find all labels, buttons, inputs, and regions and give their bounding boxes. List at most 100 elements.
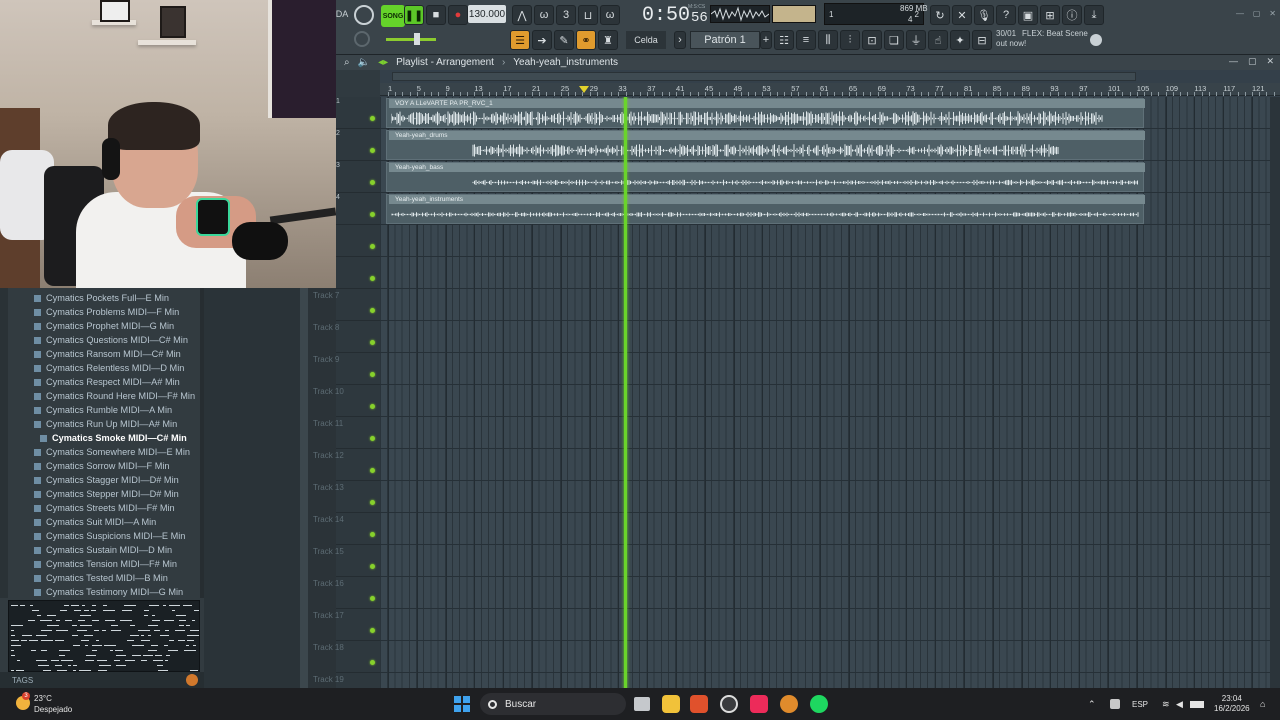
browser-item[interactable]: Cymatics Suit MIDI—A Min [0,515,204,529]
close-icon[interactable]: ✕ [1266,56,1274,67]
browser-item[interactable]: Cymatics Round Here MIDI—F# Min [0,389,204,403]
window-controls[interactable]: — ▢ ✕ [1236,8,1276,18]
file-explorer-icon[interactable] [662,695,680,713]
playlist-tools[interactable] [336,70,380,100]
panic-icon[interactable]: ✕ [952,5,972,25]
track-mute-led-icon[interactable] [370,564,375,569]
track-mute-led-icon[interactable] [370,276,375,281]
track-header[interactable] [336,321,380,353]
arrangement-grid[interactable]: VOY A LLeVARTE PA PR_RVC_1 Yeah-yeah_drum… [380,97,1280,688]
track-header[interactable]: 1 [336,97,380,129]
taskbar-search[interactable]: Buscar [480,693,626,715]
fl-studio-icon[interactable] [780,695,798,713]
link-tool-icon[interactable]: ⚭ [576,30,596,50]
master-volume-slider[interactable] [386,38,436,41]
playlist-breadcrumb[interactable]: Yeah-yeah_instruments [513,57,618,68]
nav-arrows-icon[interactable]: ◂▸ [378,57,388,68]
minimize-icon[interactable]: — [1229,56,1238,67]
playlist-overview-scroll[interactable] [392,72,1136,81]
weather-widget[interactable]: 3 23°C Despejado [14,692,94,716]
playhead-marker[interactable] [579,86,589,93]
tray-app-icon[interactable] [1110,699,1120,709]
track-header[interactable] [336,257,380,289]
blend-notes-icon[interactable]: ⊔ [578,5,598,25]
metronome-icon[interactable]: ⋀ [512,5,532,25]
metronome-tool-icon[interactable]: ♜ [598,30,618,50]
track-mute-led-icon[interactable] [370,500,375,505]
browser-item[interactable]: Cymatics Stagger MIDI—D# Min [0,473,204,487]
cart-icon[interactable]: ⊟ [972,30,992,50]
spotify-icon[interactable] [810,695,828,713]
browser-item[interactable]: Cymatics Suspicions MIDI—E Min [0,529,204,543]
track-mute-led-icon[interactable] [370,436,375,441]
stop-button[interactable]: ■ [426,5,446,25]
track-mute-led-icon[interactable] [370,404,375,409]
notification-bell-icon[interactable]: ⌂ [1260,699,1270,709]
draw-tool-icon[interactable]: ✎ [554,30,574,50]
track-header[interactable] [336,353,380,385]
browser-item[interactable]: Cymatics Questions MIDI—C# Min [0,333,204,347]
browser-item[interactable]: Cymatics Stepper MIDI—D# Min [0,487,204,501]
speaker-icon[interactable]: 🔈 [358,57,370,68]
tempo-display[interactable]: 130.000 [468,5,506,23]
language-indicator[interactable]: ESP [1132,700,1148,709]
audio-clip[interactable]: Yeah-yeah_bass [386,162,1145,192]
playlist-scrollbar[interactable] [1270,97,1280,688]
battery-icon[interactable] [1190,701,1204,708]
step-edit-icon[interactable]: 3 [556,5,576,25]
browser-item[interactable]: Cymatics Somewhere MIDI—E Min [0,445,204,459]
pause-button[interactable]: ❚❚ [404,5,424,25]
track-mute-led-icon[interactable] [370,180,375,185]
browser-item[interactable]: Cymatics Tested MIDI—B Min [0,571,204,585]
search-icon[interactable] [186,674,198,686]
mixer-icon[interactable]: ⊞ [1040,5,1060,25]
browser-item[interactable]: Cymatics Respect MIDI—A# Min [0,375,204,389]
tiktok-icon[interactable] [750,695,768,713]
browser-item[interactable]: Cymatics Testimony MIDI—G Min [0,585,204,599]
playlist-snap-icon[interactable]: ☰ [510,30,530,50]
browser-item[interactable]: Cymatics Pockets Full—E Min [0,291,204,305]
pitch-knob-icon[interactable] [354,31,370,47]
track-mute-led-icon[interactable] [370,372,375,377]
plugin-icon[interactable]: ⊡ [862,30,882,50]
song-mode-toggle[interactable]: SONG [381,5,405,27]
browser-item[interactable]: Cymatics Smoke MIDI—C# Min [0,431,204,445]
pattern-selector[interactable]: Patrón 1 [690,31,760,49]
download-icon[interactable]: ⤓ [1084,5,1104,25]
github-icon[interactable] [720,695,738,713]
touch-icon[interactable]: ☝ [928,30,948,50]
track-mute-led-icon[interactable] [370,148,375,153]
browser-item[interactable]: Cymatics Rumble MIDI—A Min [0,403,204,417]
volume-handle[interactable] [414,33,420,45]
wait-input-icon[interactable]: ω [600,5,620,25]
snap-selector[interactable]: Celda [626,31,666,49]
reset-icon[interactable]: ↻ [930,5,950,25]
master-knob-icon[interactable] [354,5,374,25]
search-icon[interactable]: ⌕ [344,57,350,68]
record-button[interactable]: ● [448,5,468,25]
track-header[interactable] [336,289,380,321]
mixer-button-icon[interactable]: ⫶ [840,30,860,50]
minimize-icon[interactable]: — [1236,9,1244,18]
info-icon[interactable]: ⓘ [1062,5,1082,25]
browser-item[interactable]: Cymatics Problems MIDI—F Min [0,305,204,319]
audio-clip[interactable]: VOY A LLeVARTE PA PR_RVC_1 [386,98,1145,128]
task-view-icon[interactable] [634,697,650,711]
help-icon[interactable]: ? [996,5,1016,25]
track-mute-led-icon[interactable] [370,116,375,121]
track-mute-led-icon[interactable] [370,468,375,473]
track-mute-led-icon[interactable] [370,532,375,537]
track-mute-led-icon[interactable] [370,660,375,665]
news-icon[interactable] [1090,34,1102,46]
mic-icon[interactable]: 🎙 [974,5,994,25]
track-header[interactable]: 3 [336,161,380,193]
track-mute-led-icon[interactable] [370,244,375,249]
volume-icon[interactable]: ◀ [1176,699,1186,709]
playhead[interactable] [624,97,627,688]
browser-icon[interactable]: ❏ [884,30,904,50]
browser-item[interactable]: Cymatics Run Up MIDI—A# Min [0,417,204,431]
playlist-icon[interactable]: ☷ [774,30,794,50]
timeline-ruler[interactable]: 1 5 9 13 17 21 25 29 33 37 41 45 49 53 57 61 65 69 73 77 81 8… [380,83,1280,96]
browser-item[interactable]: Cymatics Prophet MIDI—G Min [0,319,204,333]
clock[interactable]: 23:04 16/2/2026 [1214,694,1250,714]
